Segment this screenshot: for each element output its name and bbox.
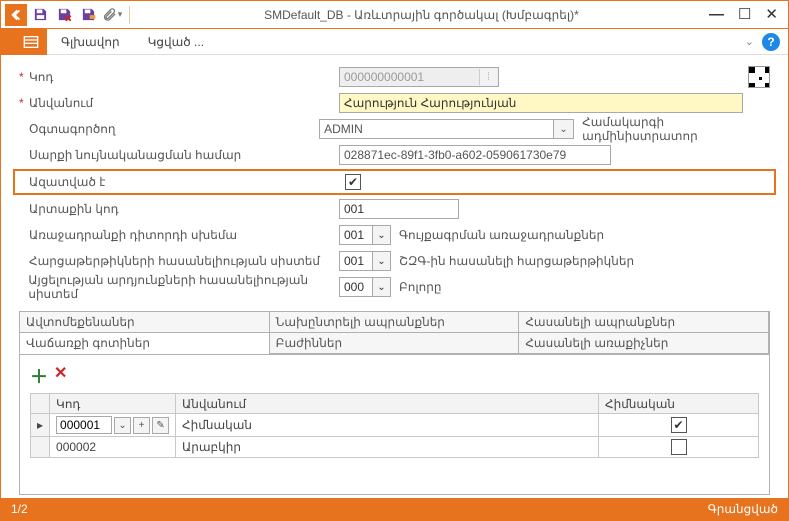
menu-main[interactable]: Գլխավոր [47, 29, 134, 55]
grid-header-main[interactable]: Հիմնական [599, 394, 759, 414]
label-user: Օգտագործող [29, 122, 116, 136]
active-row-highlight: *Ազատված է [13, 169, 776, 195]
label-serial: Սարքի նույնականացման համար [29, 148, 241, 162]
minimize-button[interactable]: — [709, 7, 724, 22]
save-icon[interactable] [29, 4, 51, 26]
qr-icon[interactable] [748, 66, 770, 88]
app-logo[interactable] [5, 4, 27, 26]
chevron-down-icon[interactable]: ⌄ [114, 417, 131, 434]
save-close-icon[interactable] [53, 4, 75, 26]
label-offer-sys: Առաջադրանքի դիտորդի սխեմա [29, 228, 237, 242]
tab-pref-products[interactable]: Նախընտրելի ապրանքներ [269, 311, 520, 333]
document-tab[interactable] [15, 29, 47, 55]
help-icon[interactable]: ? [762, 33, 780, 51]
row-code-input[interactable] [56, 416, 112, 434]
plus-icon[interactable]: + [133, 417, 150, 434]
tab-avail-couriers[interactable]: Հասանելի առաքիչներ [518, 332, 769, 354]
table-row[interactable]: ▸ ⌄ + ✎ Հիմնական [31, 414, 759, 437]
offer-sys-desc: Գույքագրման առաջադրանքներ [399, 228, 604, 242]
extcode-input[interactable]: 001 [339, 199, 459, 219]
offer-sys-select[interactable]: 001⌄ [339, 225, 391, 245]
tab-body: ＋ ✕ Կոդ Անվանում Հիմնական ▸ ⌄ [20, 354, 769, 494]
status-bar: 1/2 Գրանցված [1, 498, 788, 520]
menu-chevron-icon[interactable]: ⌄ [745, 35, 754, 48]
menubar: Գլխավոր Կցված ... ⌄ ? [1, 29, 788, 55]
status-right: Գրանցված [708, 502, 778, 516]
active-checkbox[interactable] [345, 174, 361, 190]
survey-sys-desc: ՇԶԳ-ին հասանելի հարցաթերթիկներ [399, 254, 634, 268]
edit-icon[interactable]: ✎ [152, 417, 169, 434]
name-input[interactable]: Հարություն Հարությունյան [339, 93, 743, 113]
zones-grid: Կոդ Անվանում Հիմնական ▸ ⌄ + ✎ [30, 393, 759, 458]
survey-sys-select[interactable]: 001⌄ [339, 251, 391, 271]
row-name-cell[interactable]: Արաբկիր [176, 437, 599, 458]
table-row[interactable]: 000002 Արաբկիր [31, 437, 759, 458]
label-code: Կոդ [29, 70, 53, 84]
code-input[interactable]: 000000000001 ⁞ [339, 67, 499, 87]
status-left: 1/2 [11, 502, 28, 516]
menu-attached[interactable]: Կցված ... [134, 29, 218, 55]
user-select[interactable]: ADMIN ⌄ [319, 119, 574, 139]
tab-departments[interactable]: Բաժիններ [269, 332, 520, 354]
form-area: *Կոդ 000000000001 ⁞ *Անվանում Հարություն… [1, 55, 788, 305]
add-row-button[interactable]: ＋ [30, 363, 48, 389]
row-pointer-icon: ▸ [31, 414, 50, 437]
grid-header-name[interactable]: Անվանում [176, 394, 599, 414]
visit-sys-select[interactable]: 000⌄ [339, 277, 391, 297]
delete-row-button[interactable]: ✕ [54, 363, 67, 389]
tab-sales-zones[interactable]: Վաճառքի գոտիներ [19, 332, 270, 354]
grid-row-indicator-header [31, 394, 50, 414]
chevron-down-icon[interactable]: ⌄ [372, 252, 390, 270]
label-name: Անվանում [29, 96, 93, 110]
close-button[interactable]: ✕ [765, 7, 778, 22]
label-visit-sys: Այցելության արդյունքների հասանելիության … [28, 273, 339, 301]
grid-header-code[interactable]: Կոդ [50, 394, 176, 414]
visit-sys-desc: Բոլորը [399, 280, 441, 294]
code-picker-icon[interactable]: ⁞ [479, 69, 497, 85]
label-survey-sys: Հարցաթերթիկների հասանելիության սիստեմ [29, 254, 320, 268]
titlebar: ▾ SMDefault_DB - Առևտրային գործակալ (Խմբ… [1, 1, 788, 29]
user-hint: Համակարգի ադմինիստրատոր [582, 115, 770, 143]
row-main-checkbox[interactable] [671, 439, 687, 455]
row-pointer-icon [31, 437, 50, 458]
serial-input[interactable]: 028871ec-89f1-3fb0-a602-059061730e79 [339, 145, 611, 165]
row-name-cell[interactable]: Հիմնական [176, 414, 599, 437]
tab-avail-products[interactable]: Հասանելի ապրանքներ [518, 311, 769, 333]
maximize-button[interactable]: ☐ [738, 7, 751, 22]
chevron-down-icon[interactable]: ⌄ [372, 278, 390, 296]
row-code-cell[interactable]: 000002 [50, 437, 176, 458]
label-extcode: Արտաքին կոդ [29, 202, 119, 216]
label-active: Ազատված է [29, 175, 105, 189]
chevron-down-icon[interactable]: ⌄ [553, 120, 573, 138]
tab-cars[interactable]: Ավտոմեքենաներ [19, 311, 270, 333]
row-main-checkbox[interactable] [671, 417, 687, 433]
detail-tabs: Ավտոմեքենաներ Նախընտրելի ապրանքներ Հասան… [19, 311, 770, 495]
attach-icon[interactable]: ▾ [101, 4, 123, 26]
window-title: SMDefault_DB - Առևտրային գործակալ (Խմբագ… [134, 8, 709, 22]
save-new-icon[interactable] [77, 4, 99, 26]
chevron-down-icon[interactable]: ⌄ [372, 226, 390, 244]
